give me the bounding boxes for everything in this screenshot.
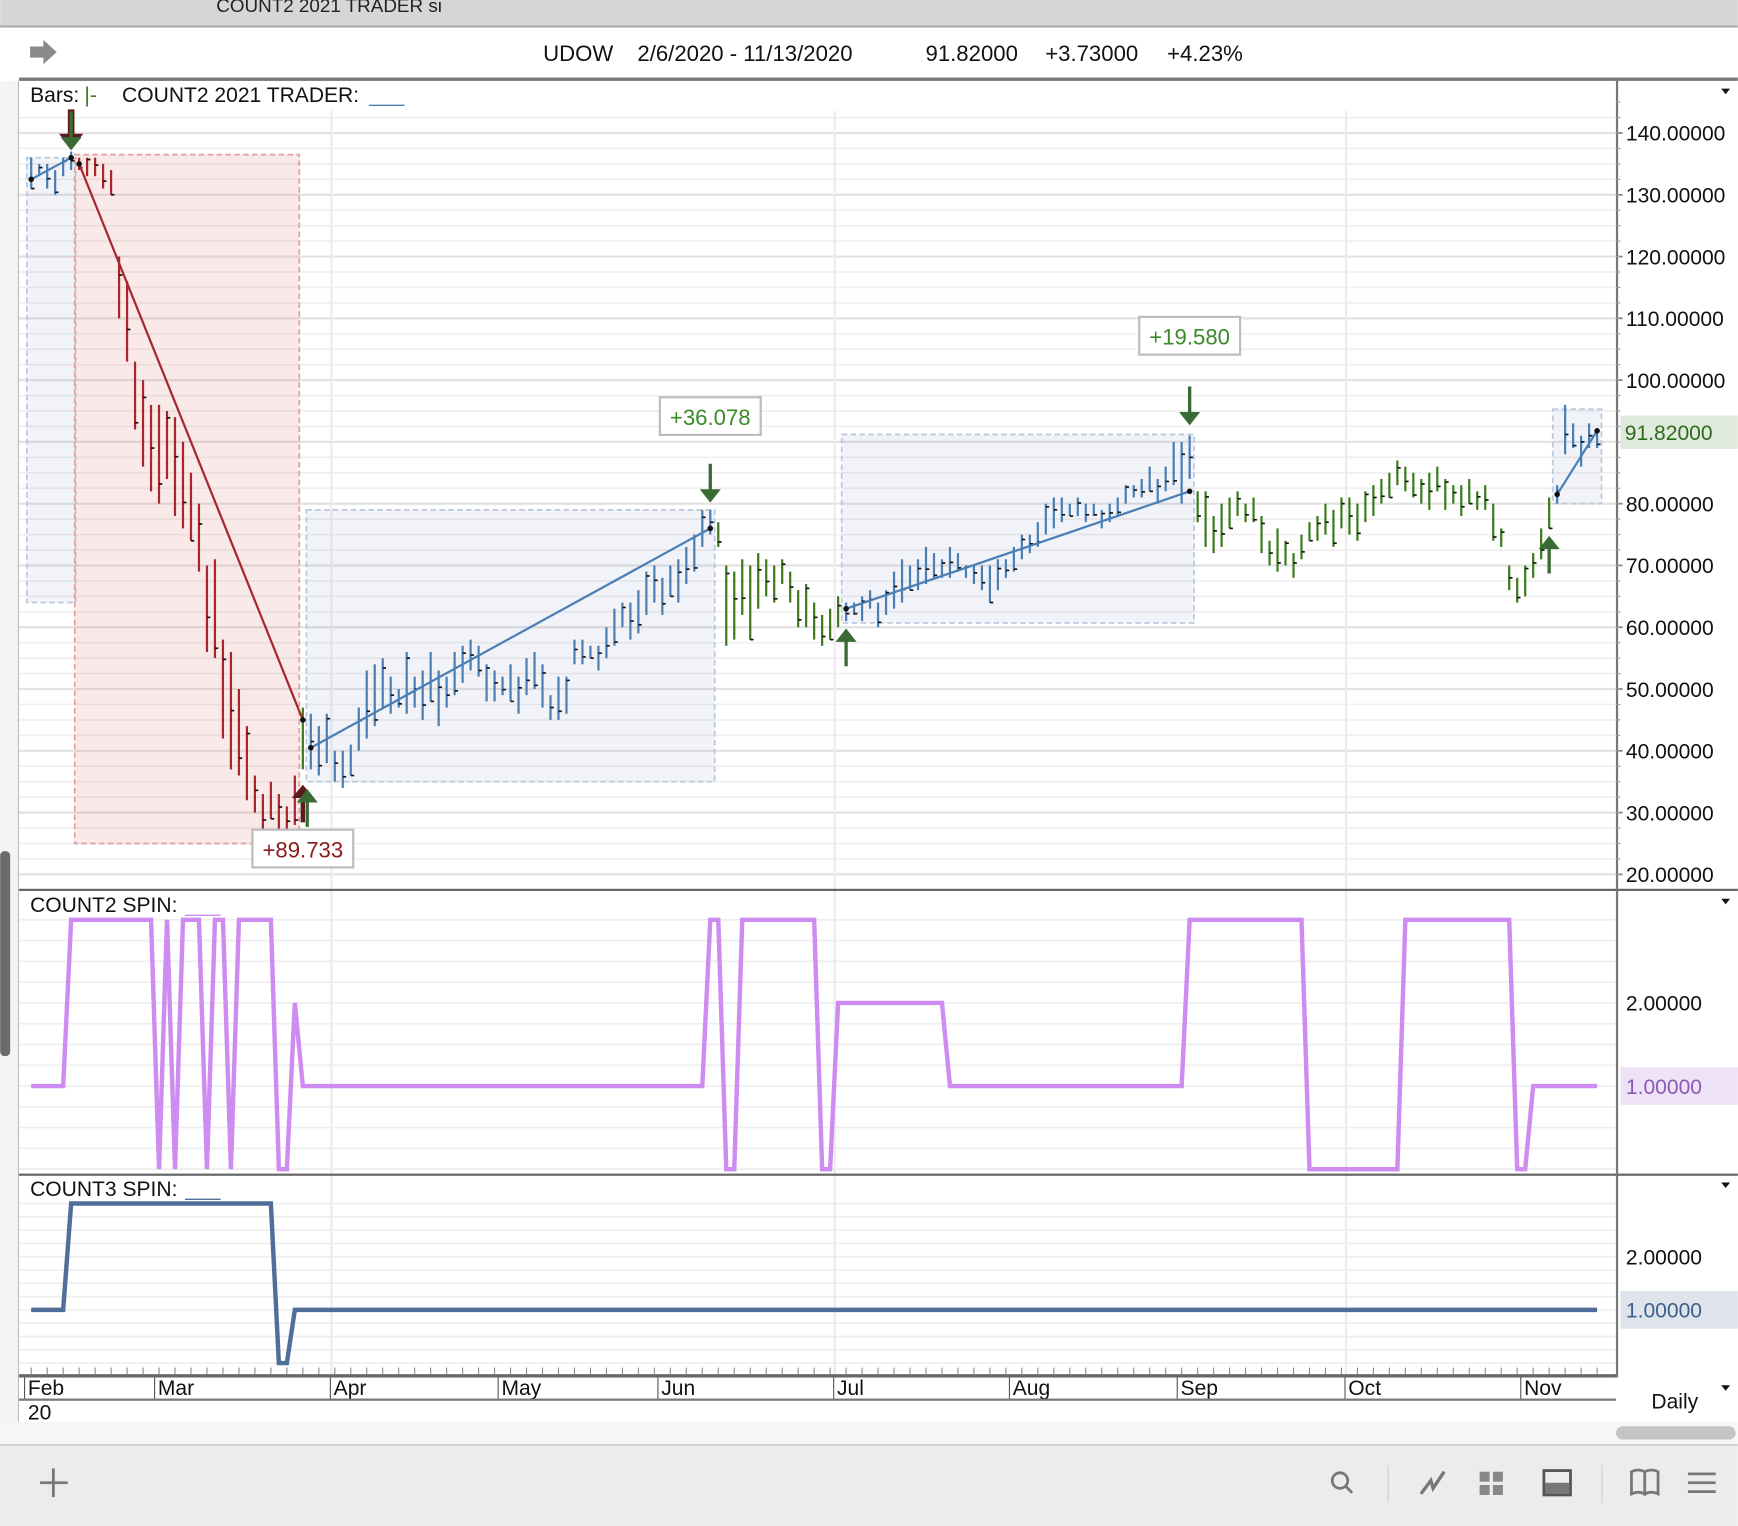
trade-point (707, 525, 714, 532)
toolbar-separator (1601, 1465, 1603, 1503)
spin2-tick-2: 2.00000 (1626, 993, 1702, 1016)
header-bar (0, 27, 1738, 79)
trade-point (76, 161, 82, 167)
count2-spin-symbol: ___ (184, 894, 220, 917)
divider (17, 80, 20, 1422)
percent-change: +4.23% (1167, 41, 1243, 66)
sell-arrow-icon (699, 463, 721, 503)
trade-point (28, 176, 34, 183)
toolbar-separator (1387, 1465, 1389, 1503)
caret-down-icon (1721, 1385, 1731, 1391)
trade-point (68, 154, 74, 161)
y-tick-label: 120.00000 (1626, 246, 1725, 269)
trade-point (1594, 428, 1600, 434)
bottom-toolbar (0, 1446, 1738, 1526)
month-label: Feb (28, 1377, 64, 1400)
y-tick-label: 130.00000 (1626, 185, 1725, 208)
trade-point (843, 605, 849, 612)
date-range: 2/6/2020 - 11/13/2020 (637, 41, 852, 66)
caret-down-icon (1721, 898, 1731, 905)
trade-result-label: +36.078 (670, 405, 751, 430)
horizontal-scrollbar-thumb[interactable] (1615, 1426, 1736, 1440)
left-strip (0, 80, 18, 1444)
divider (19, 1398, 1616, 1401)
trade-box (73, 153, 301, 845)
divider (0, 25, 1738, 28)
caret-down-icon (1721, 88, 1731, 95)
sell-arrow-icon (1179, 386, 1201, 426)
buy-arrow-icon (835, 628, 857, 667)
y-tick-label: 140.00000 (1626, 123, 1725, 146)
trade-result-label: +89.733 (262, 837, 343, 862)
month-label: May (501, 1377, 541, 1400)
bars-symbol: |- (84, 84, 96, 107)
window-title: COUNT2 2021 TRADER si (216, 0, 442, 16)
symbol: UDOW (543, 41, 613, 66)
month-label: Apr (334, 1377, 367, 1400)
trade-box (305, 509, 716, 783)
price-change: +3.73000 (1045, 41, 1138, 66)
month-label: Nov (1524, 1377, 1562, 1400)
trade-result-label: +19.580 (1149, 325, 1230, 350)
y-tick-label: 30.00000 (1626, 802, 1714, 825)
divider (0, 1443, 1738, 1447)
month-label: Oct (1348, 1377, 1381, 1400)
panel-menu-carets[interactable] (1721, 88, 1731, 1391)
spin3-tick-1: 1.00000 (1626, 1300, 1702, 1323)
count3-spin-symbol: ___ (184, 1178, 220, 1201)
month-label: Jun (661, 1377, 695, 1400)
period-selector[interactable]: Daily (1651, 1391, 1698, 1414)
month-label: Mar (158, 1377, 194, 1400)
count2-spin-label: COUNT2 SPIN: (30, 894, 177, 917)
axis-divider (1615, 80, 1619, 1378)
y-tick-label: 100.00000 (1626, 370, 1725, 393)
last-price: 91.82000 (926, 41, 1018, 66)
chart-window: COUNT2 2021 TRADER si UDOW 2/6/2020 - 11… (0, 0, 1738, 1526)
y-tick-label: 110.00000 (1626, 308, 1724, 331)
month-label: Aug (1013, 1377, 1050, 1400)
caret-down-icon (1721, 1182, 1731, 1188)
bars-label: Bars: (30, 84, 79, 107)
trade-point (308, 744, 314, 751)
month-label: Jul (837, 1377, 864, 1400)
panel-divider (19, 1173, 1738, 1176)
y-tick-label: 60.00000 (1626, 617, 1714, 640)
count3-spin-label: COUNT3 SPIN: (30, 1178, 177, 1201)
trade-point (1186, 488, 1193, 495)
spin3-tick-2: 2.00000 (1626, 1246, 1702, 1269)
horizontal-scroll-track[interactable] (0, 1421, 1738, 1444)
vertical-scrollbar[interactable] (0, 851, 11, 1057)
y-tick-label: 70.00000 (1626, 555, 1714, 578)
divider (19, 77, 1738, 81)
y-tick-label: 40.00000 (1626, 741, 1714, 764)
study-symbol: ___ (368, 84, 404, 107)
year-label: 20 (28, 1402, 51, 1425)
trade-point (1554, 491, 1560, 498)
y-tick-label: 50.00000 (1626, 679, 1714, 702)
trade-point (300, 717, 306, 723)
y-tick-label: 20.00000 (1626, 864, 1714, 887)
panel-divider (19, 888, 1738, 891)
month-label: Sep (1181, 1377, 1218, 1400)
spin2-tick-1: 1.00000 (1626, 1076, 1702, 1099)
y-tick-label: 80.00000 (1626, 493, 1714, 516)
current-price-label: 91.82000 (1625, 422, 1713, 445)
trade-box (25, 156, 77, 604)
study-label: COUNT2 2021 TRADER: (122, 84, 359, 107)
